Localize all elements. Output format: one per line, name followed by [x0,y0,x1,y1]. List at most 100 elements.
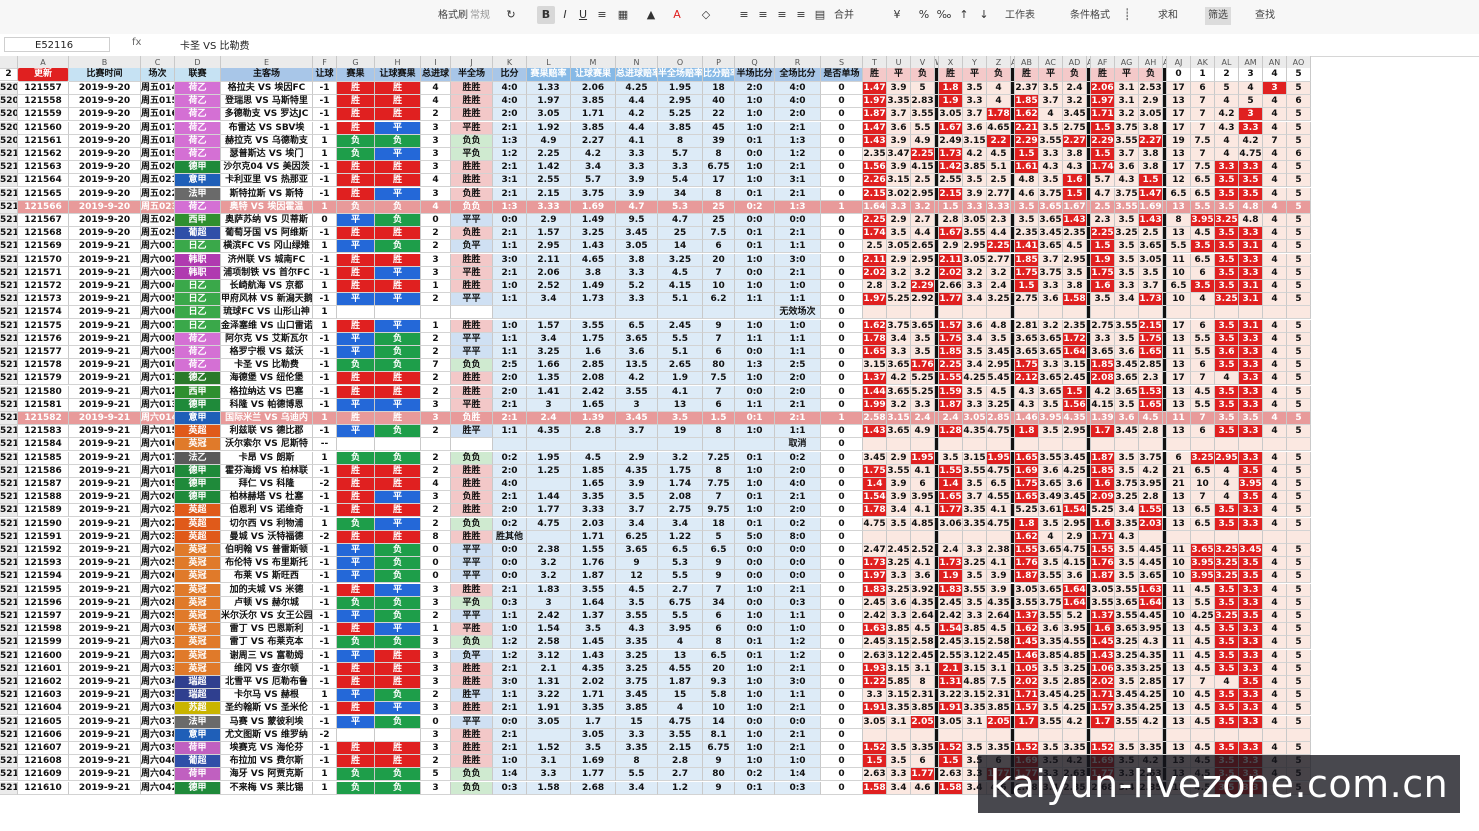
table-cell[interactable]: 胜 [375,95,421,109]
table-cell[interactable]: 2.9 [887,253,911,267]
table-cell[interactable]: 2:0 [493,108,527,122]
row-number[interactable]: 52125 [0,478,18,491]
table-cell[interactable]: 负胜 [451,412,493,425]
table-cell[interactable]: 3.05 [863,715,887,729]
table-cell[interactable] [1191,530,1215,544]
table-cell[interactable]: 胜 [375,227,421,241]
table-cell[interactable]: 3.65 [1115,596,1139,610]
table-cell[interactable]: 3.65 [1039,200,1063,214]
table-cell[interactable]: 德甲 [175,491,221,505]
table-cell[interactable]: 3.3 [1239,451,1263,465]
table-cell[interactable]: 3.9 [616,187,658,201]
table-cell[interactable]: 121561 [18,134,69,148]
table-cell[interactable]: 伯明翰 VS 普雷斯顿 [221,544,313,557]
fx-icon[interactable]: fx [132,37,141,48]
table-cell[interactable] [1039,438,1063,452]
table-cell[interactable]: 5.5 [658,610,703,623]
table-cell[interactable]: 121557 [18,82,69,95]
table-cell[interactable]: 3.1 [1115,95,1139,109]
table-cell[interactable]: 胜 [337,372,375,386]
table-cell[interactable] [1167,728,1191,742]
table-cell[interactable]: 121600 [18,649,69,663]
table-cell[interactable]: 3.2 [1115,108,1139,122]
table-cell[interactable]: 胜 [337,478,375,491]
table-cell[interactable]: 苏超 [175,702,221,716]
table-cell[interactable]: -1 [313,108,337,122]
table-cell[interactable]: 3.5 [1015,214,1039,227]
table-cell[interactable]: 3.55 [1039,610,1063,623]
table-cell[interactable] [887,728,911,742]
table-cell[interactable]: 2.25 [939,359,963,373]
row-number[interactable]: 52109 [0,266,18,280]
table-cell[interactable]: 3.35 [571,702,616,716]
table-cell[interactable]: 3.65 [1091,346,1115,359]
table-cell[interactable]: 2.58 [987,636,1011,650]
table-cell[interactable]: 负 [375,636,421,650]
table-cell[interactable]: 2.3 [987,214,1011,227]
table-cell[interactable]: 3.85 [887,623,911,637]
table-cell[interactable]: 0:0 [493,214,527,227]
table-cell[interactable]: 1.91 [939,702,963,716]
table-cell[interactable]: 瑞超 [175,689,221,703]
table-cell[interactable]: 3.9 [963,187,987,201]
column-header[interactable]: 更新 [18,68,69,82]
table-row[interactable]: 520561215582019-9-20周五015荷乙登瑞思 VS 马斯特里-1… [0,95,1479,109]
table-cell[interactable]: 1.55 [1015,544,1039,557]
table-cell[interactable] [1263,728,1287,742]
table-cell[interactable]: 1.67 [939,227,963,241]
table-cell[interactable]: 1.52 [863,742,887,755]
row-number[interactable]: 52107 [0,240,18,254]
table-cell[interactable]: 3.1 [1239,319,1263,333]
table-cell[interactable]: 5 [1287,517,1311,531]
table-cell[interactable]: 3.5 [1239,412,1263,425]
table-cell[interactable]: 2.68 [571,781,616,795]
table-cell[interactable]: 3.3 [1239,517,1263,531]
table-cell[interactable]: 3.15 [887,662,911,676]
table-cell[interactable]: 3.3 [1239,372,1263,386]
table-cell[interactable]: 3 [421,121,451,135]
table-cell[interactable]: 2.45 [863,636,887,650]
column-header[interactable]: 胜 [863,68,887,82]
table-cell[interactable]: 圣约翰斯 VS 圣米伦 [221,702,313,716]
table-cell[interactable]: 11 [1167,649,1191,663]
table-row[interactable]: 521131215752019-9-21周六007日乙金泽塞维 VS 山口雷诺1… [0,319,1479,333]
table-cell[interactable]: 5.7 [571,174,616,188]
table-cell[interactable]: 3.5 [1215,280,1239,293]
table-cell[interactable]: 0:0 [735,148,775,161]
table-cell[interactable]: 2:1 [775,187,821,201]
table-cell[interactable]: 15 [616,715,658,729]
table-cell[interactable]: 平平 [451,214,493,227]
table-cell[interactable]: 平 [337,610,375,623]
table-cell[interactable]: 0:1 [735,517,775,531]
table-cell[interactable]: 不来梅 VS 莱比锡 [221,781,313,795]
table-cell[interactable]: 0:0 [493,544,527,557]
table-cell[interactable]: 4.7 [658,214,703,227]
table-cell[interactable]: 平平 [451,346,493,359]
table-cell[interactable]: 5.5 [1191,200,1215,214]
column-header[interactable]: 比赛时间 [69,68,141,82]
table-cell[interactable]: 0:0 [735,346,775,359]
table-cell[interactable]: 周六026 [141,570,175,584]
table-cell[interactable]: 3.05 [963,214,987,227]
table-cell[interactable]: 2019-9-21 [69,359,141,373]
table-cell[interactable]: 3.65 [1191,544,1215,557]
table-cell[interactable]: 2.9 [527,214,571,227]
table-cell[interactable] [527,438,571,452]
table-cell[interactable]: 3.1 [1239,293,1263,307]
table-cell[interactable]: 3.65 [1139,240,1163,254]
table-cell[interactable]: 0 [821,478,863,491]
table-cell[interactable]: 3.5 [1115,332,1139,346]
table-cell[interactable]: 3.55 [1115,610,1139,623]
table-cell[interactable]: 3.9 [616,174,658,188]
table-cell[interactable]: 5 [1287,689,1311,703]
table-cell[interactable]: 3.5 [887,755,911,769]
table-cell[interactable]: 周六042 [141,781,175,795]
table-cell[interactable]: 2 [421,385,451,399]
clear-format-icon[interactable]: ◇ [697,6,715,24]
column-header[interactable]: 总进球赔率 [616,68,658,82]
table-cell[interactable]: 0 [821,676,863,689]
table-cell[interactable]: 0 [421,557,451,571]
table-cell[interactable]: 负 [337,517,375,531]
table-cell[interactable]: 2.06 [571,82,616,95]
row-number[interactable]: 52128 [0,517,18,531]
